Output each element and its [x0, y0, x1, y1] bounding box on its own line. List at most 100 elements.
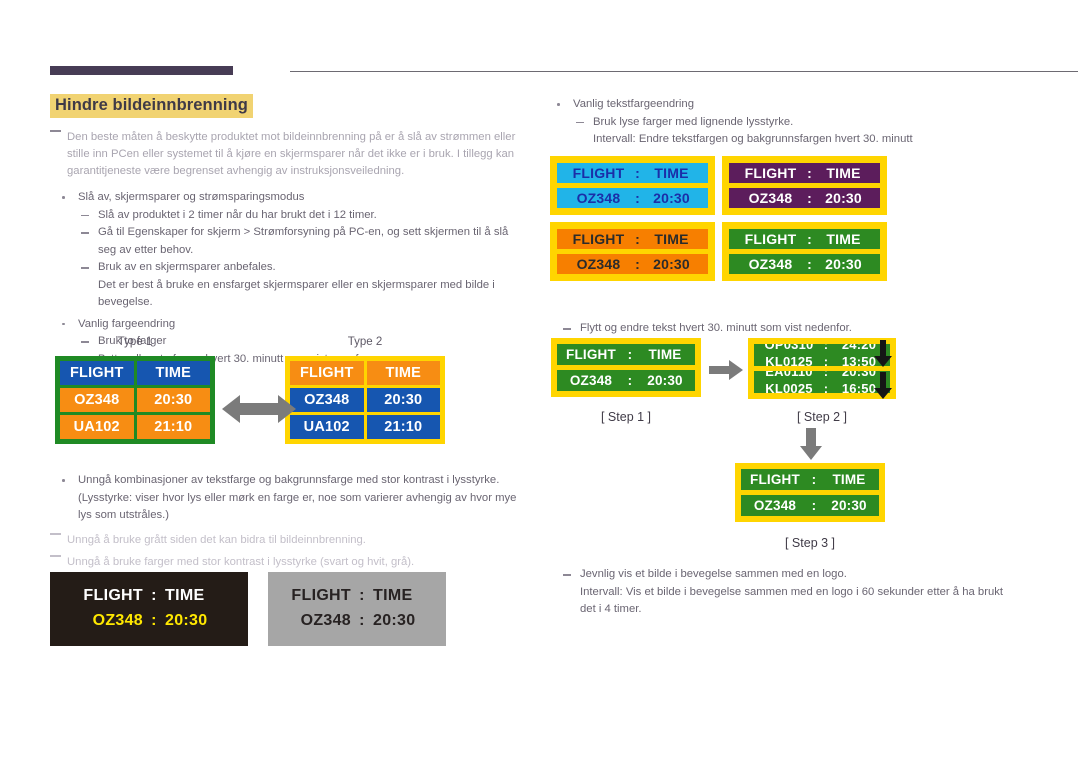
swatch-row-data: OZ348 : 20:30: [557, 254, 708, 274]
panel-row: OZ348 : 20:30: [268, 609, 446, 634]
list-item: Unngå kombinasjoner av tekstfarge og bak…: [50, 472, 525, 525]
table-header-cell: TIME: [136, 361, 210, 385]
panel-row: FLIGHT : TIME: [268, 584, 446, 609]
swatch-separator: :: [807, 256, 812, 272]
swatch-cell-flightno: OZ348: [576, 256, 621, 272]
note-avoid-contrast: Unngå å bruke farger med stor kontrast i…: [50, 554, 525, 571]
left-column: Hindre bildeinnbrenning Den beste måten …: [50, 94, 522, 369]
swatch-row-header: FLIGHT : TIME: [729, 163, 880, 183]
swatch-separator: :: [635, 256, 640, 272]
swatch-cell-timevalue: 20:30: [825, 190, 862, 206]
bullet-continuation-text: (Lysstyrke: viser hvor lys eller mørk en…: [78, 491, 517, 522]
swatch-separator: :: [635, 165, 640, 181]
step-cell-flightno: EA0110: [765, 371, 813, 379]
swatch-cell-flightno: OZ348: [576, 190, 621, 206]
step1-panel: FLIGHT : TIME OZ348 : 20:30: [551, 338, 701, 397]
swatch-cell-time: TIME: [826, 231, 861, 247]
bullet-text: Vanlig fargeendring: [78, 317, 176, 330]
em-dash-marker: [50, 554, 61, 557]
table-cell: UA102: [60, 415, 134, 439]
bullet-dot-icon: [62, 322, 65, 326]
step-cell-flightno: KL0125: [765, 354, 813, 366]
panel-cell-time: TIME: [373, 587, 413, 605]
step-separator: :: [627, 347, 633, 362]
list-item-continuation: Intervall: Vis et bilde i bevegelse samm…: [560, 584, 1020, 619]
step-separator: :: [811, 498, 817, 513]
list-item: Slå av, skjermsparer og strømsparingsmod…: [50, 189, 522, 312]
panel-cell-flight: FLIGHT: [83, 587, 143, 605]
swatch-separator: :: [807, 165, 812, 181]
swatch-cell-flightno: OZ348: [748, 256, 793, 272]
table-cell: UA102: [290, 415, 364, 439]
swatch-cell-timevalue: 20:30: [825, 256, 862, 272]
right-column: Vanlig tekstfargeendring Bruk lyse farge…: [545, 96, 1035, 150]
swatch-orange: FLIGHT : TIME OZ348 : 20:30: [550, 222, 715, 281]
step-cell-flightno: OZ348: [569, 373, 613, 388]
step-cell-time: TIME: [648, 347, 682, 362]
panel-row: OZ348 : 20:30: [50, 609, 248, 634]
em-dash-marker: [50, 532, 61, 535]
step-cell-timevalue: 20:30: [647, 373, 683, 388]
step-cell-flightno: KL0025: [765, 381, 813, 393]
list-item-continuation: Intervall: Endre tekstfargen og bakgrunn…: [573, 131, 1035, 149]
bullet-dot-icon: [557, 103, 560, 106]
bullet-text: Unngå kombinasjoner av tekstfarge og bak…: [78, 474, 500, 486]
note-avoid-gray-text: Unngå å bruke grått siden det kan bidra …: [67, 533, 366, 546]
list-item: Slå av produktet i 2 timer når du har br…: [78, 207, 522, 225]
step3-panel: FLIGHT : TIME OZ348 : 20:30: [735, 463, 885, 522]
table-cell: OZ348: [290, 388, 364, 412]
step-separator: :: [823, 344, 829, 352]
sub-list: Bruk lyse farger med lignende lysstyrke.…: [573, 114, 1035, 149]
list-item: Gå til Egenskaper for skjerm > Strømfors…: [78, 224, 522, 259]
sub-text: Bruk av en skjermsparer anbefales.: [98, 261, 276, 274]
table-cell: 21:10: [136, 415, 210, 439]
table-header-cell: FLIGHT: [60, 361, 134, 385]
swatch-cell-flight: FLIGHT: [744, 231, 797, 247]
intro-note-text: Den beste måten å beskytte produktet mot…: [67, 130, 516, 177]
table-header-cell: FLIGHT: [290, 361, 364, 385]
bullet-dot-icon: [62, 479, 65, 482]
en-dash-icon: [81, 267, 89, 269]
step-row-data: OZ348 : 20:30: [557, 370, 695, 391]
swatch-separator: :: [635, 231, 640, 247]
arrow-down-icon: [800, 428, 822, 460]
sub-continuation-text: Det er best å bruke en ensfarget skjerms…: [98, 278, 495, 309]
table-cell: 21:10: [366, 415, 440, 439]
flight-table-type2: FLIGHT TIME OZ348 20:30 UA102 21:10: [285, 356, 445, 444]
swatch-cell-flightno: OZ348: [748, 190, 793, 206]
panel-separator: :: [151, 587, 157, 605]
table-cell: 20:30: [136, 388, 210, 412]
double-arrow-horizontal-icon: [222, 392, 296, 426]
sub-text: Gå til Egenskaper for skjerm > Strømfors…: [98, 226, 509, 256]
swatch-row-header: FLIGHT : TIME: [557, 229, 708, 249]
swatch-separator: :: [807, 231, 812, 247]
step-cell-flight: FLIGHT: [566, 347, 616, 362]
step-diagram: FLIGHT : TIME OZ348 : 20:30 [ Step 1 ] O…: [545, 318, 945, 563]
page-title: Hindre bildeinnbrenning: [50, 94, 253, 118]
step2-caption: [ Step 2 ]: [796, 410, 848, 424]
list-item-continuation: Det er best å bruke en ensfarget skjerms…: [78, 277, 522, 312]
sub-continuation-text: Intervall: Endre tekstfargen og bakgrunn…: [593, 133, 913, 145]
list-item: Vanlig tekstfargeendring Bruk lyse farge…: [545, 96, 1035, 149]
scroll-down-arrows: [870, 340, 896, 402]
en-dash-icon: [563, 574, 571, 576]
swatch-purple: FLIGHT : TIME OZ348 : 20:30: [722, 156, 887, 215]
swatch-row-header: FLIGHT : TIME: [729, 229, 880, 249]
left-lower-bullet-list: Unngå kombinasjoner av tekstfarge og bak…: [50, 472, 525, 525]
step-cell-timevalue: 20:30: [831, 498, 867, 513]
header-thin-line: [290, 71, 1078, 72]
swatch-row-data: OZ348 : 20:30: [729, 188, 880, 208]
type1-label: Type 1: [117, 336, 153, 348]
logo-note-block: Jevnlig vis et bilde i bevegelse sammen …: [560, 566, 1020, 619]
swatch-row-header: FLIGHT : TIME: [557, 163, 708, 183]
flight-table-type1: FLIGHT TIME OZ348 20:30 UA102 21:10: [55, 356, 215, 444]
table-cell: OZ348: [60, 388, 134, 412]
swatch-cell-timevalue: 20:30: [653, 190, 690, 206]
panel-separator: :: [359, 612, 365, 629]
panel-cell-timevalue: 20:30: [373, 612, 416, 629]
left-lower-text: Unngå kombinasjoner av tekstfarge og bak…: [50, 472, 525, 571]
step-separator: :: [823, 371, 829, 379]
en-dash-icon: [81, 232, 89, 234]
list-item: Bruk lyse farger med lignende lysstyrke.: [573, 114, 1035, 132]
en-dash-icon: [576, 121, 584, 123]
